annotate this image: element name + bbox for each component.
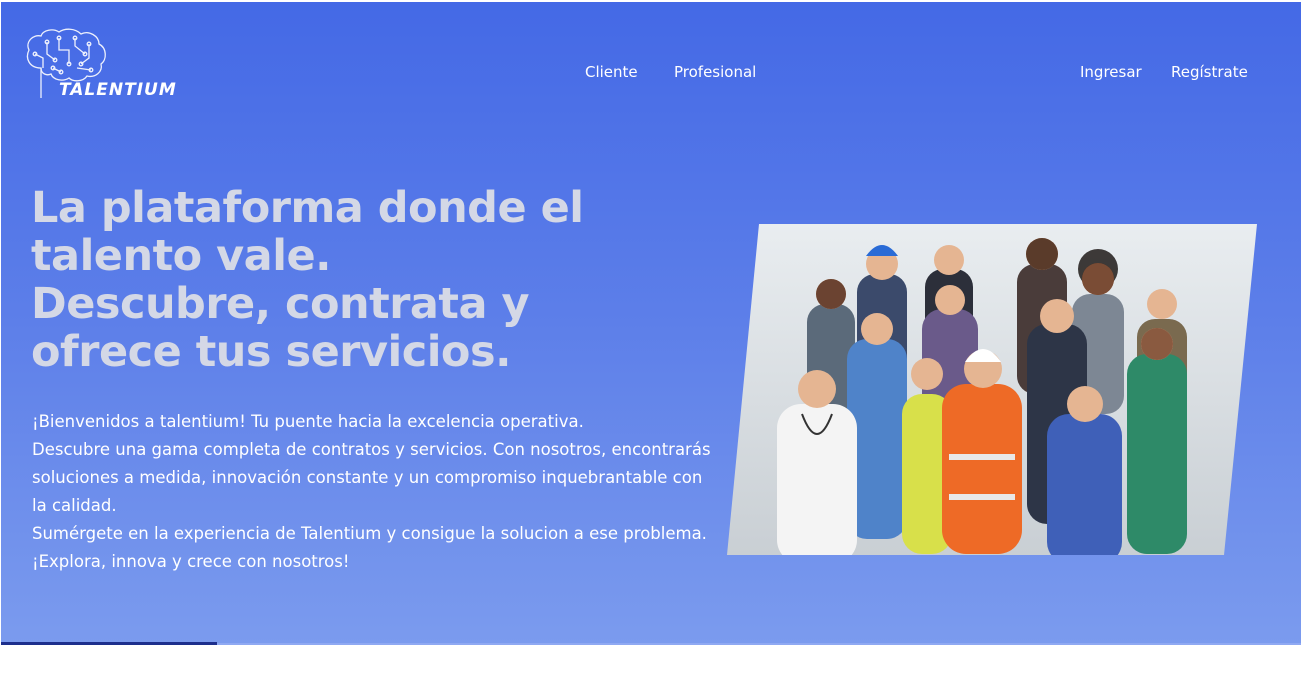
hero-divider-accent [1,642,217,645]
brand-name: TALENTIUM [59,80,177,100]
hero-divider [217,643,1301,645]
brand-logo[interactable]: TALENTIUM [23,28,203,104]
intro-paragraph: ¡Explora, innova y crece con nosotros! [32,552,350,571]
intro-paragraph: Descubre una gama completa de contratos … [32,440,711,515]
headline-line: Descubre, contrata y [31,279,530,329]
nav-profesional-link[interactable]: Profesional [674,63,756,81]
register-link[interactable]: Regístrate [1171,63,1248,81]
headline-line: La plataforma donde el [31,183,584,233]
hero-headline: La plataforma donde el talento vale. Des… [31,184,671,376]
hero-photo [727,224,1257,555]
headline-line: talento vale. [31,231,331,281]
headline-line: ofrece tus servicios. [31,327,511,377]
hero-intro: ¡Bienvenidos a talentium! Tu puente haci… [32,408,712,576]
login-link[interactable]: Ingresar [1080,63,1142,81]
intro-paragraph: ¡Bienvenidos a talentium! Tu puente haci… [32,412,584,431]
intro-paragraph: Sumérgete en la experiencia de Talentium… [32,524,707,543]
hero-section: TALENTIUM Cliente Profesional Ingresar R… [1,2,1301,644]
nav-cliente-link[interactable]: Cliente [585,63,638,81]
